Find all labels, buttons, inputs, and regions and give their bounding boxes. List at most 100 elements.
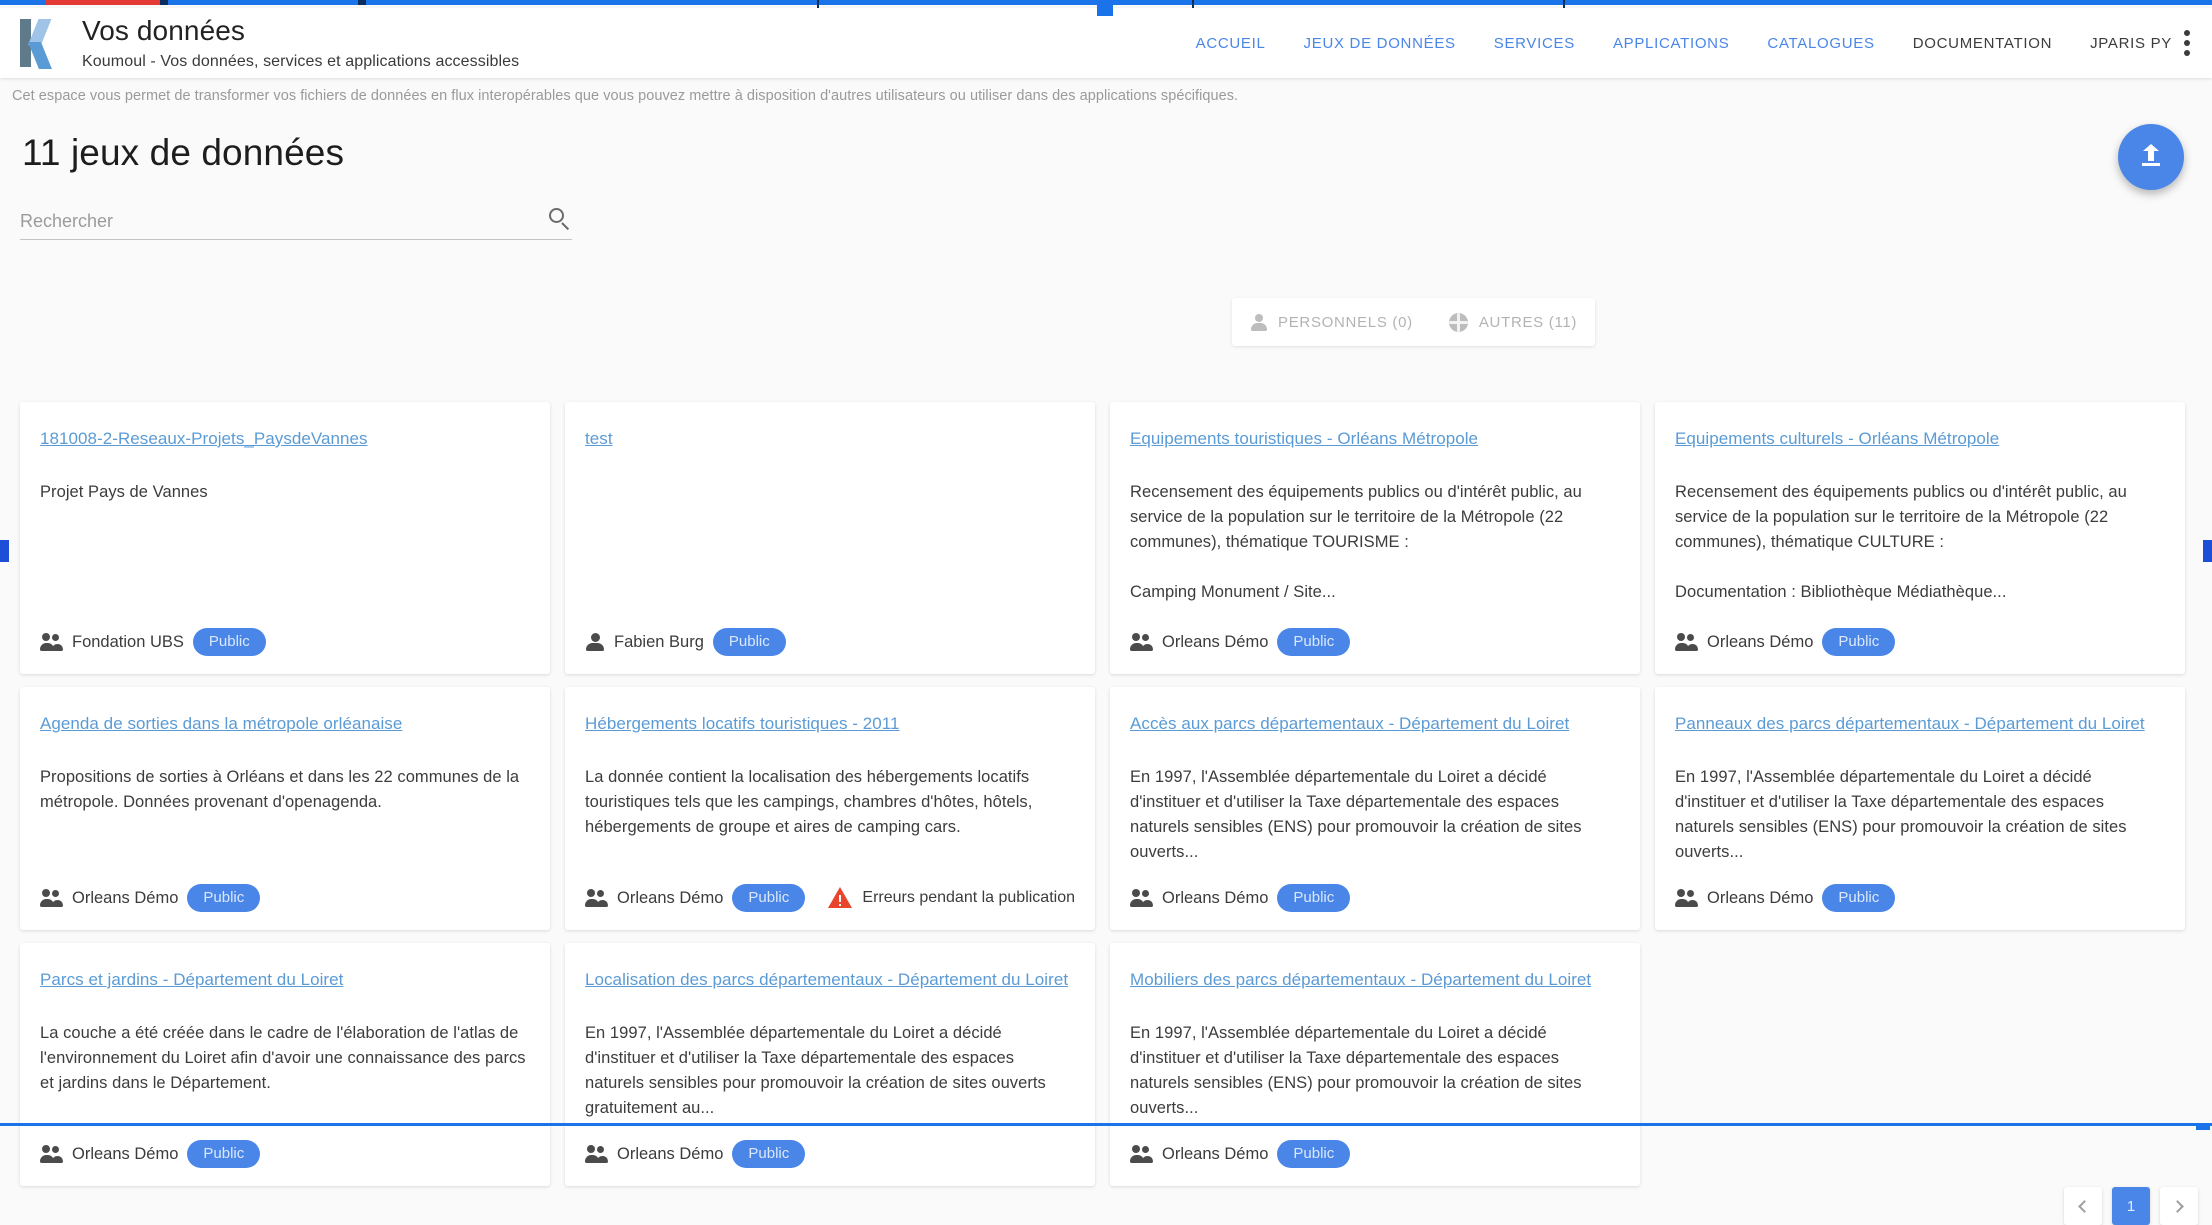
visibility-badge[interactable]: Public bbox=[1277, 884, 1350, 912]
dataset-owner: Fabien Burg bbox=[585, 633, 704, 652]
dataset-card-footer: Orleans Démo Public bbox=[1130, 884, 1620, 912]
search-icon[interactable] bbox=[546, 206, 572, 232]
dataset-description: En 1997, l'Assemblée départementale du L… bbox=[1675, 765, 2165, 865]
main-content: 11 jeux de données PERSONNELS (0) AUTRES… bbox=[0, 114, 2212, 1130]
strip-knob bbox=[1097, 0, 1113, 16]
strip-tick bbox=[1192, 0, 1194, 8]
dataset-card-footer: Orleans Démo Public bbox=[585, 1140, 1075, 1168]
strip-tick bbox=[817, 0, 819, 8]
strip-segment bbox=[1113, 0, 2212, 5]
dataset-title-link[interactable]: Accès aux parcs départementaux - Départe… bbox=[1130, 713, 1620, 735]
dataset-card-footer: Fabien Burg Public bbox=[585, 628, 1075, 656]
dataset-description: En 1997, l'Assemblée départementale du L… bbox=[1130, 765, 1620, 865]
dataset-card[interactable]: 181008-2-Reseaux-Projets_PaysdeVannes Pr… bbox=[20, 402, 550, 674]
dataset-card[interactable]: Parcs et jardins - Département du Loiret… bbox=[20, 943, 550, 1186]
upload-dataset-button[interactable] bbox=[2118, 124, 2184, 190]
dataset-card-footer: Orleans Démo Public bbox=[1675, 628, 2165, 656]
dataset-title-link[interactable]: Mobiliers des parcs départementaux - Dép… bbox=[1130, 969, 1620, 991]
strip-segment bbox=[160, 0, 168, 5]
filter-personnels[interactable]: PERSONNELS (0) bbox=[1232, 298, 1431, 346]
dataset-card-footer: Orleans Démo Public bbox=[40, 1140, 530, 1168]
group-icon bbox=[1130, 1145, 1153, 1163]
nav-item-applications[interactable]: APPLICATIONS bbox=[1594, 35, 1748, 52]
pagination-prev-button[interactable] bbox=[2064, 1187, 2102, 1225]
dataset-title-link[interactable]: test bbox=[585, 428, 1075, 450]
visibility-badge[interactable]: Public bbox=[1822, 628, 1895, 656]
visibility-badge[interactable]: Public bbox=[187, 884, 260, 912]
dataset-card[interactable]: Panneaux des parcs départementaux - Dépa… bbox=[1655, 687, 2185, 930]
pagination-next-button[interactable] bbox=[2160, 1187, 2198, 1225]
dataset-owner: Orleans Démo bbox=[1130, 889, 1268, 908]
dataset-owner-label: Orleans Démo bbox=[1162, 633, 1268, 652]
dataset-title-link[interactable]: Equipements culturels - Orléans Métropol… bbox=[1675, 428, 2165, 450]
visibility-badge[interactable]: Public bbox=[187, 1140, 260, 1168]
nav-item-catalogues[interactable]: CATALOGUES bbox=[1748, 35, 1893, 52]
dataset-title-link[interactable]: Hébergements locatifs touristiques - 201… bbox=[585, 713, 1075, 735]
nav-item-documentation[interactable]: DOCUMENTATION bbox=[1894, 35, 2071, 52]
dataset-card[interactable]: test Fabien Burg Public bbox=[565, 402, 1095, 674]
dataset-count-heading: 11 jeux de données bbox=[22, 132, 344, 174]
dataset-title-link[interactable]: 181008-2-Reseaux-Projets_PaysdeVannes bbox=[40, 428, 530, 450]
title-block: Vos données Koumoul - Vos données, servi… bbox=[82, 15, 519, 71]
dataset-title-link[interactable]: Localisation des parcs départementaux - … bbox=[585, 969, 1075, 991]
pagination-page-1[interactable]: 1 bbox=[2112, 1187, 2150, 1225]
search-input[interactable] bbox=[20, 211, 546, 232]
visibility-badge[interactable]: Public bbox=[1277, 1140, 1350, 1168]
dataset-owner-label: Orleans Démo bbox=[72, 889, 178, 908]
dataset-title-link[interactable]: Panneaux des parcs départementaux - Dépa… bbox=[1675, 713, 2165, 735]
dataset-card[interactable]: Agenda de sorties dans la métropole orlé… bbox=[20, 687, 550, 930]
viewport-edge-marker bbox=[0, 540, 9, 562]
dataset-card[interactable]: Accès aux parcs départementaux - Départe… bbox=[1110, 687, 1640, 930]
nav-item-user-account[interactable]: JPARIS PY bbox=[2071, 35, 2182, 52]
chevron-left-icon bbox=[2078, 1200, 2091, 1213]
brand[interactable]: Vos données Koumoul - Vos données, servi… bbox=[0, 15, 519, 71]
dataset-owner: Orleans Démo bbox=[585, 1145, 723, 1164]
filter-autres-label: AUTRES (11) bbox=[1479, 314, 1577, 331]
browser-bottom-strip bbox=[0, 1123, 2212, 1130]
dataset-card[interactable]: Equipements touristiques - Orléans Métro… bbox=[1110, 402, 1640, 674]
intro-bar: Cet espace vous permet de transformer vo… bbox=[0, 78, 2212, 114]
dataset-card[interactable]: Mobiliers des parcs départementaux - Dép… bbox=[1110, 943, 1640, 1186]
visibility-badge[interactable]: Public bbox=[732, 884, 805, 912]
dataset-card-footer: Orleans Démo Public bbox=[1675, 884, 2165, 912]
viewport-edge-marker bbox=[2203, 540, 2212, 562]
dataset-card-footer: Orleans Démo Public bbox=[1130, 1140, 1620, 1168]
dataset-owner: Orleans Démo bbox=[585, 889, 723, 908]
visibility-badge[interactable]: Public bbox=[713, 628, 786, 656]
dataset-owner: Fondation UBS bbox=[40, 633, 184, 652]
page-title: Vos données bbox=[82, 15, 519, 47]
owner-filter-toggle: PERSONNELS (0) AUTRES (11) bbox=[1232, 298, 1595, 346]
group-icon bbox=[585, 1145, 608, 1163]
strip-segment bbox=[168, 0, 358, 5]
group-icon bbox=[1130, 633, 1153, 651]
visibility-badge[interactable]: Public bbox=[1822, 884, 1895, 912]
page-subtitle: Koumoul - Vos données, services et appli… bbox=[82, 53, 519, 71]
visibility-badge[interactable]: Public bbox=[732, 1140, 805, 1168]
dataset-owner: Orleans Démo bbox=[1130, 633, 1268, 652]
dataset-title-link[interactable]: Equipements touristiques - Orléans Métro… bbox=[1130, 428, 1620, 450]
more-vertical-icon[interactable] bbox=[2182, 30, 2202, 56]
group-icon bbox=[1675, 633, 1698, 651]
dataset-grid: 181008-2-Reseaux-Projets_PaysdeVannes Pr… bbox=[20, 402, 2192, 1186]
dataset-owner-label: Orleans Démo bbox=[1162, 889, 1268, 908]
dataset-owner: Orleans Démo bbox=[1675, 633, 1813, 652]
dataset-card[interactable]: Localisation des parcs départementaux - … bbox=[565, 943, 1095, 1186]
dataset-description: La couche a été créée dans le cadre de l… bbox=[40, 1021, 530, 1096]
dataset-description: Recensement des équipements publics ou d… bbox=[1130, 480, 1620, 605]
person-icon bbox=[1250, 313, 1267, 331]
nav-item-jeux-de-donnees[interactable]: JEUX DE DONNÉES bbox=[1285, 35, 1475, 52]
nav-item-services[interactable]: SERVICES bbox=[1475, 35, 1594, 52]
dataset-card-footer: Orleans Démo Public bbox=[40, 884, 530, 912]
nav-item-accueil[interactable]: ACCUEIL bbox=[1177, 35, 1285, 52]
dataset-title-link[interactable]: Agenda de sorties dans la métropole orlé… bbox=[40, 713, 530, 735]
dataset-title-link[interactable]: Parcs et jardins - Département du Loiret bbox=[40, 969, 530, 991]
app-header: Vos données Koumoul - Vos données, servi… bbox=[0, 8, 2212, 78]
search-bar[interactable] bbox=[20, 206, 572, 240]
visibility-badge[interactable]: Public bbox=[1277, 628, 1350, 656]
visibility-badge[interactable]: Public bbox=[193, 628, 266, 656]
dataset-owner-label: Fabien Burg bbox=[614, 633, 704, 652]
dataset-card[interactable]: Equipements culturels - Orléans Métropol… bbox=[1655, 402, 2185, 674]
dataset-card[interactable]: Hébergements locatifs touristiques - 201… bbox=[565, 687, 1095, 930]
filter-autres[interactable]: AUTRES (11) bbox=[1431, 298, 1595, 346]
dataset-description: Projet Pays de Vannes bbox=[40, 480, 530, 505]
